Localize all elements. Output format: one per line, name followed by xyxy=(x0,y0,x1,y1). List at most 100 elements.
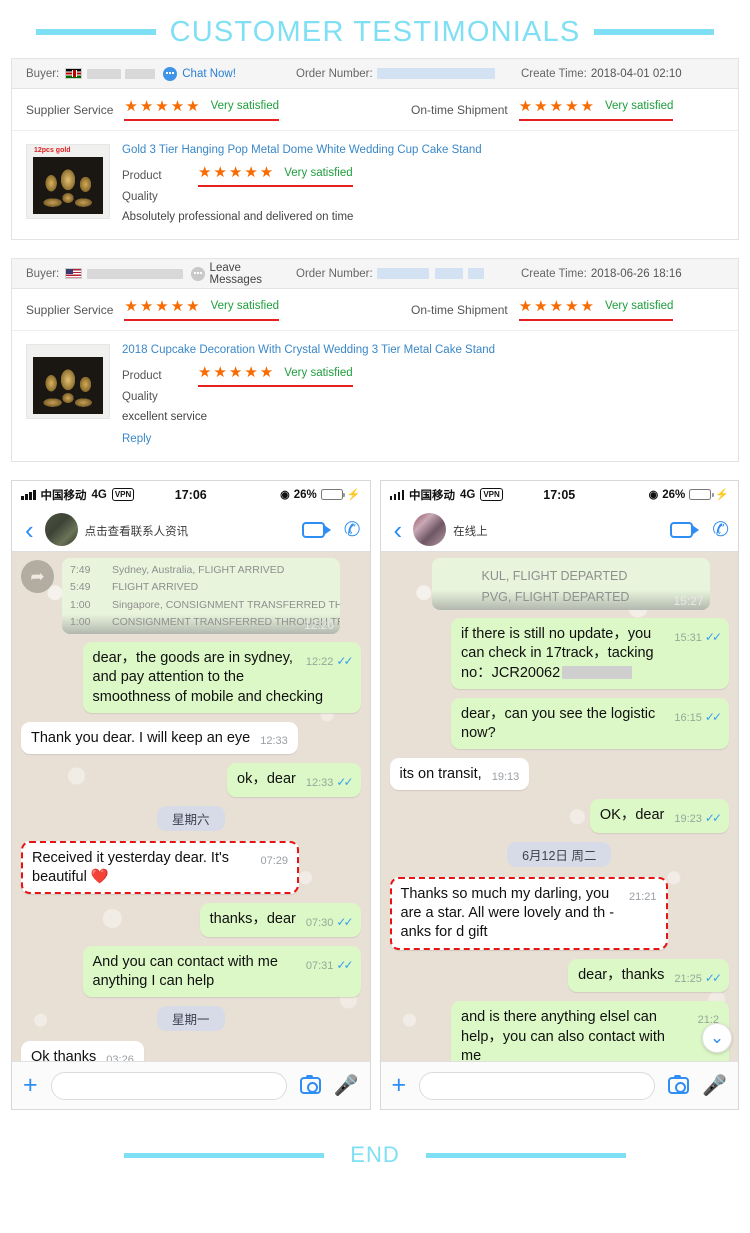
contact-info[interactable]: 在线上 xyxy=(453,520,663,539)
message-row: 21:25 ✓✓ dear，thanks xyxy=(390,958,729,993)
buyer-label: Buyer: xyxy=(26,267,60,280)
track-text: Singapore, CONSIGNMENT TRANSFERRED THROU… xyxy=(112,598,340,611)
product-stars: ★★★★★ xyxy=(198,164,276,181)
supplier-service-verdict: Very satisfied xyxy=(210,100,280,112)
chat-bubble-outgoing[interactable]: 12:33 ✓✓ ok，dear xyxy=(227,763,361,797)
message-text: Ok thanks xyxy=(31,1049,97,1061)
forward-arrow-icon: ➦ xyxy=(21,560,54,593)
ontime-shipment-rating: On-time Shipment ★★★★★ Very satisfied xyxy=(411,297,674,321)
read-receipt-icon: ✓✓ xyxy=(704,970,722,985)
message-text: dear，can you see the logistic now? xyxy=(461,705,656,741)
video-call-icon[interactable] xyxy=(670,521,700,538)
product-title-link[interactable]: 2018 Cupcake Decoration With Crystal Wed… xyxy=(122,344,724,356)
add-attachment-icon[interactable]: + xyxy=(23,1073,38,1098)
order-number-redacted xyxy=(376,268,429,279)
read-receipt-icon: ✓✓ xyxy=(336,958,353,973)
contact-info[interactable]: 点击查看联系人资讯 xyxy=(85,520,295,539)
back-chevron-icon[interactable]: ‹ xyxy=(390,517,407,543)
message-timestamp: 12:22 xyxy=(305,656,334,669)
message-text: thanks，dear xyxy=(209,911,296,928)
microphone-icon[interactable]: 🎤 xyxy=(702,1073,727,1098)
message-row: 16:15 ✓✓ dear，can you see the logistic no… xyxy=(390,697,729,749)
chat-message-list[interactable]: ➦ 7:49 Sydney, Australia, FLIGHT ARRIVED … xyxy=(12,552,370,1061)
read-receipt-icon: ✓✓ xyxy=(704,811,722,826)
rating-row: Supplier Service ★★★★★ Very satisfied On… xyxy=(12,89,738,131)
chat-bubble-incoming-highlighted[interactable]: 07:29 Received it yesterday dear. It's b… xyxy=(21,840,299,895)
ontime-shipment-rating: On-time Shipment ★★★★★ Very satisfied xyxy=(411,99,674,121)
supplier-service-verdict: Very satisfied xyxy=(210,300,280,312)
chat-bubble-incoming[interactable]: 03:26 Ok thanks xyxy=(21,1041,144,1061)
quality-label: Quality xyxy=(122,391,158,403)
chat-bubble-incoming-highlighted[interactable]: 21:21 Thanks so much my darling, you are… xyxy=(389,877,668,950)
contact-subtitle: 点击查看联系人资讯 xyxy=(84,526,189,538)
signal-icon xyxy=(21,489,36,500)
tracking-number-redacted xyxy=(562,666,633,680)
track-text: KUL, FLIGHT DEPARTED xyxy=(481,569,628,583)
phone-call-icon[interactable]: ✆ xyxy=(712,517,729,542)
product-title-link[interactable]: Gold 3 Tier Hanging Pop Metal Dome White… xyxy=(122,144,724,156)
buyer-cell: Buyer: Chat Now! xyxy=(26,66,296,81)
rating-row: Supplier Service ★★★★★ Very satisfied On… xyxy=(12,289,738,331)
buyer-label: Buyer: xyxy=(26,67,60,80)
chat-bubble-icon[interactable] xyxy=(163,66,178,81)
avatar[interactable] xyxy=(44,513,78,546)
message-timestamp: 12:33 xyxy=(260,734,288,747)
avatar[interactable] xyxy=(413,513,447,546)
battery-icon xyxy=(320,489,346,500)
tracking-screenshot[interactable]: 7:49 Sydney, Australia, FLIGHT ARRIVED 5:… xyxy=(62,558,340,635)
order-number-redacted-3 xyxy=(467,268,484,279)
chat-bubble-outgoing[interactable]: 21:25 ✓✓ dear，thanks xyxy=(568,958,729,993)
chat-bubble-outgoing[interactable]: 07:30 ✓✓ thanks，dear xyxy=(199,903,361,938)
microphone-icon[interactable]: 🎤 xyxy=(334,1073,359,1098)
product-thumbnail[interactable]: 12pcs gold xyxy=(26,144,110,219)
tracking-screenshot[interactable]: KUL, FLIGHT DEPARTED PVG, FLIGHT DEPARTE… xyxy=(431,558,710,611)
chat-bubble-outgoing[interactable]: 16:15 ✓✓ dear，can you see the logistic no… xyxy=(451,697,729,749)
message-input[interactable] xyxy=(50,1071,287,1100)
chat-now-link[interactable]: Chat Now! xyxy=(182,68,236,80)
phone-call-icon[interactable]: ✆ xyxy=(344,517,361,542)
message-timestamp: 21:25 xyxy=(674,972,702,985)
reply-link[interactable]: Reply xyxy=(122,433,724,445)
footer-rule-right xyxy=(425,1152,626,1158)
supplier-service-stars: ★★★★★ xyxy=(124,97,202,115)
network-label: 4G xyxy=(91,488,107,501)
read-receipt-icon: ✓✓ xyxy=(704,709,722,724)
supplier-service-rating: Supplier Service ★★★★★ Very satisfied xyxy=(26,299,280,321)
status-bar: 中国移动 4G VPN 17:06 ◉ 26% ⚡ xyxy=(12,481,370,508)
testimonials-list: Buyer: Chat Now! Order Number: Create Ti… xyxy=(0,58,750,462)
message-text: and is there anything elsel can help，you… xyxy=(461,1009,665,1061)
camera-icon[interactable] xyxy=(668,1075,690,1094)
read-receipt-icon: ✓✓ xyxy=(336,654,353,669)
day-separator-label: 6月12日 周二 xyxy=(507,842,612,868)
message-timestamp: 12:33 xyxy=(305,777,334,790)
ontime-shipment-stars: ★★★★★ xyxy=(518,297,596,315)
chat-input-bar: + 🎤 xyxy=(380,1061,738,1109)
back-chevron-icon[interactable]: ‹ xyxy=(21,517,38,543)
chat-message-list[interactable]: KUL, FLIGHT DEPARTED PVG, FLIGHT DEPARTE… xyxy=(381,552,739,1061)
buyer-name-redacted xyxy=(87,68,122,79)
carrier-label: 中国移动 xyxy=(40,489,87,502)
product-thumbnail[interactable] xyxy=(26,344,110,419)
product-label: Product xyxy=(122,370,162,382)
product-label: Product xyxy=(122,170,162,182)
message-timestamp: 19:23 xyxy=(674,813,702,826)
chat-bubble-outgoing[interactable]: 12:22 ✓✓ dear，the goods are in sydney, an… xyxy=(82,642,361,713)
chat-bubble-icon[interactable] xyxy=(190,266,205,281)
chat-bubble-outgoing[interactable]: 07:31 ✓✓ And you can contact with me anyt… xyxy=(82,946,361,998)
chat-bubble-incoming[interactable]: 19:13 its on transit, xyxy=(389,757,530,791)
chat-bubble-outgoing[interactable]: 21:2 and is there anything elsel can hel… xyxy=(451,1001,729,1061)
chat-bubble-outgoing[interactable]: 15:31 ✓✓ if there is still no update，you … xyxy=(451,618,729,689)
leave-messages-link[interactable]: Leave Messages xyxy=(210,262,296,286)
message-timestamp: 12:20 xyxy=(303,618,334,633)
product-thumbnail-image xyxy=(33,157,103,214)
day-separator: 6月12日 周二 xyxy=(390,842,730,868)
video-call-icon[interactable] xyxy=(301,521,331,538)
camera-icon[interactable] xyxy=(299,1075,321,1094)
chat-bubble-incoming[interactable]: 12:33 Thank you dear. I will keep an eye xyxy=(21,721,298,755)
chat-bubble-outgoing[interactable]: 19:23 ✓✓ OK，dear xyxy=(589,799,729,834)
message-input[interactable] xyxy=(419,1071,656,1100)
add-attachment-icon[interactable]: + xyxy=(392,1073,407,1098)
scroll-to-bottom-button[interactable]: ⌄ xyxy=(702,1023,732,1053)
buyer-cell: Buyer: Leave Messages xyxy=(26,262,296,286)
message-row: 07:30 ✓✓ thanks，dear xyxy=(21,903,361,938)
